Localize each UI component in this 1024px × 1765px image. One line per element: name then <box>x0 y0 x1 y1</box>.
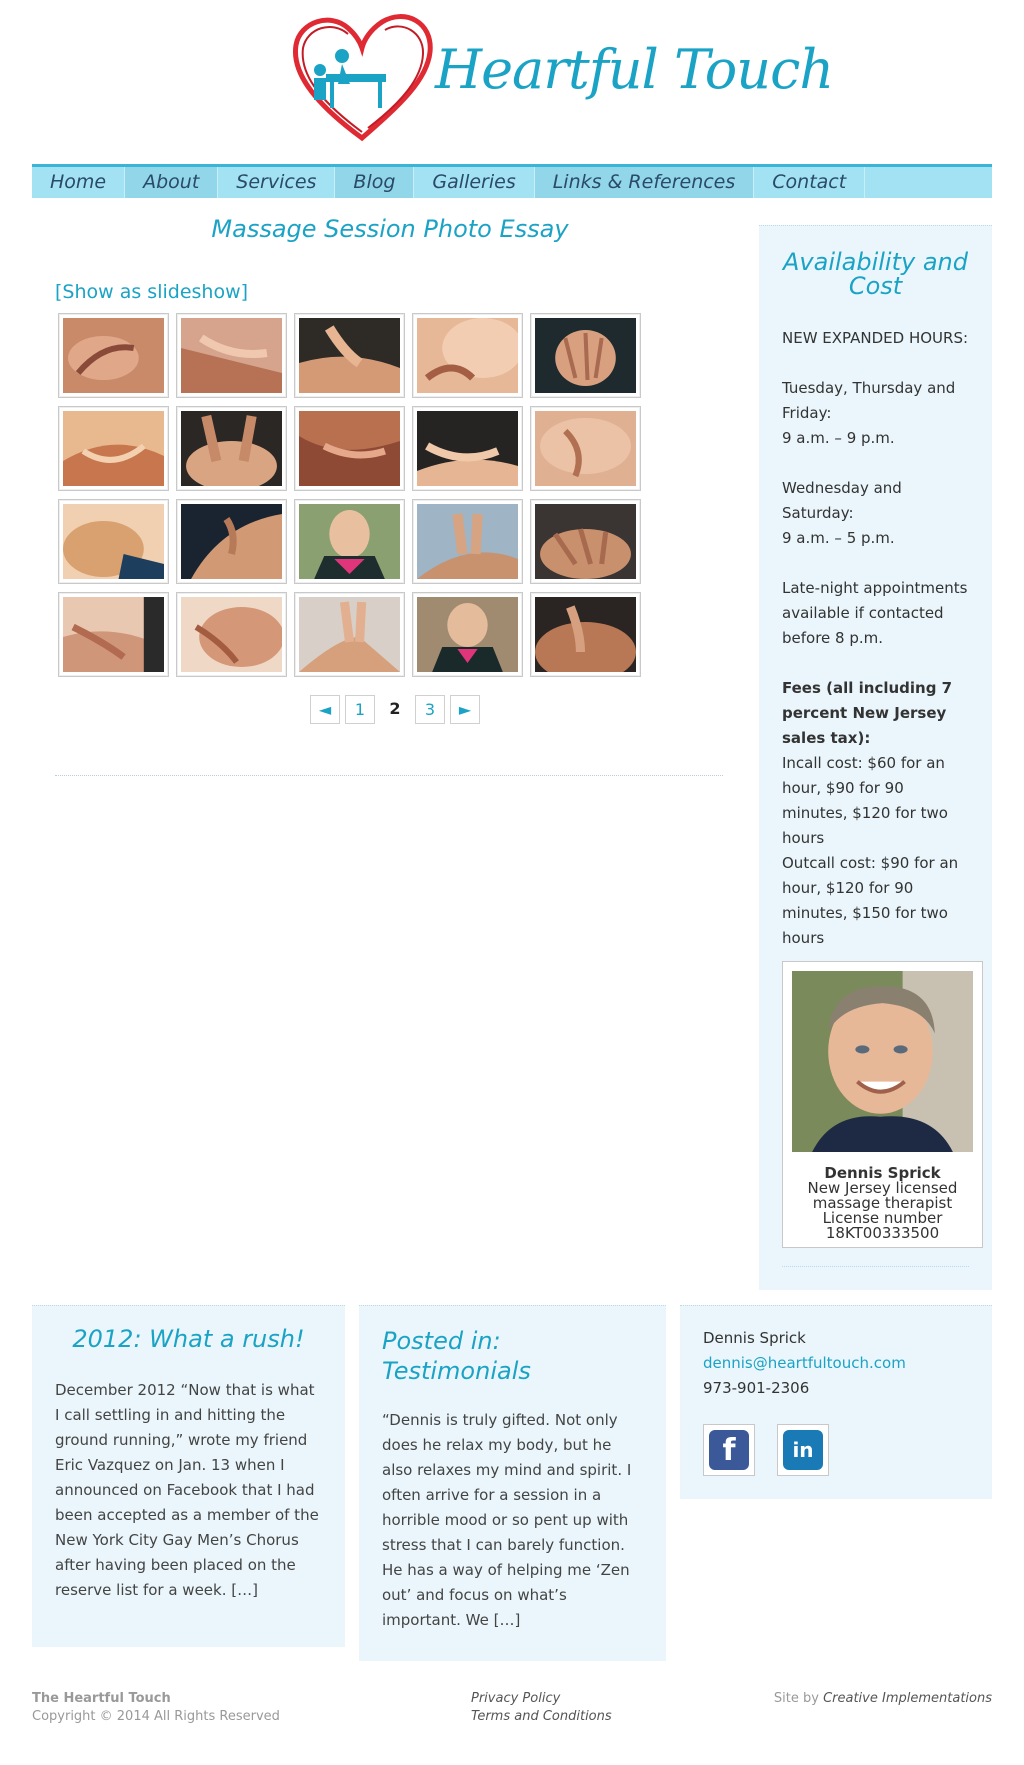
contact-phone: 973-901-2306 <box>703 1379 810 1397</box>
gallery-thumbnail[interactable] <box>412 406 523 491</box>
privacy-policy-link[interactable]: Privacy Policy <box>471 1690 612 1708</box>
pagination-page-2-current: 2 <box>380 695 410 724</box>
photo-thumbnail-image <box>299 597 400 672</box>
site-by-prefix: Site by <box>773 1691 824 1706</box>
photo-thumbnail-image <box>535 318 636 393</box>
photo-thumbnail-image <box>63 318 164 393</box>
gallery-thumbnail[interactable] <box>294 592 405 677</box>
nav-item-services[interactable]: Services <box>218 167 336 198</box>
photo-thumbnail-image <box>181 411 282 491</box>
contact-email-link[interactable]: dennis@heartfultouch.com <box>703 1351 969 1376</box>
nav-item-home[interactable]: Home <box>32 167 126 198</box>
main-nav: Home About Services Blog Galleries Links… <box>32 164 992 198</box>
hours-time-2: 9 a.m. – 5 p.m. <box>782 529 895 547</box>
terms-conditions-link[interactable]: Terms and Conditions <box>471 1708 612 1726</box>
logo-text: Heartful Touch <box>435 38 834 101</box>
nav-item-blog[interactable]: Blog <box>335 167 415 198</box>
photo-thumbnail-image <box>181 504 282 579</box>
show-slideshow-link[interactable]: [Show as slideshow] <box>55 281 248 303</box>
gallery-thumbnail[interactable] <box>58 313 169 398</box>
social-links: f in <box>703 1424 969 1476</box>
contact-name: Dennis Sprick <box>703 1329 806 1347</box>
gallery-thumbnail[interactable] <box>176 313 287 398</box>
nav-item-contact[interactable]: Contact <box>754 167 866 198</box>
gallery-thumbnail[interactable] <box>58 592 169 677</box>
gallery-thumbnail[interactable] <box>294 313 405 398</box>
testimonial-excerpt: “Dennis is truly gifted. Not only does h… <box>382 1411 632 1629</box>
gallery-thumbnail[interactable] <box>294 499 405 584</box>
outcall-cost: Outcall cost: $90 for an hour, $120 for … <box>782 854 959 947</box>
gallery-thumbnail[interactable] <box>530 499 641 584</box>
blog-post-excerpt: December 2012 “Now that is what I call s… <box>55 1381 319 1599</box>
hours-time-1: 9 a.m. – 9 p.m. <box>782 429 895 447</box>
late-night-note: Late-night appointments available if con… <box>782 579 968 647</box>
photo-thumbnail-image <box>181 597 285 672</box>
sidebar-title: Availability and Cost <box>782 248 968 300</box>
sidebar-divider <box>782 1266 969 1267</box>
testimonial-title: Posted in: Testimonials <box>382 1327 531 1385</box>
incall-cost: Incall cost: $60 for an hour, $90 for 90… <box>782 754 948 847</box>
therapist-photo <box>792 971 973 1152</box>
photo-thumbnail-image <box>417 411 518 486</box>
content-divider <box>55 775 723 776</box>
hours-heading: NEW EXPANDED HOURS: <box>782 329 969 347</box>
linkedin-button[interactable]: in <box>777 1424 829 1476</box>
photo-thumbnail-image <box>299 411 400 486</box>
contact-widget: Dennis Sprick dennis@heartfultouch.com 9… <box>680 1305 992 1499</box>
gallery-thumbnail[interactable] <box>530 592 641 682</box>
gallery-thumbnail[interactable] <box>58 406 169 491</box>
footer-copyright: Copyright © 2014 All Rights Reserved <box>32 1709 280 1724</box>
page-title: Massage Session Photo Essay <box>211 215 569 243</box>
gallery-thumbnail[interactable] <box>412 499 523 584</box>
therapist-profile-card: Dennis Sprick New Jersey licensed massag… <box>782 961 983 1248</box>
gallery-thumbnail[interactable] <box>412 592 523 677</box>
gallery-thumbnail[interactable] <box>412 313 524 398</box>
gallery-thumbnail[interactable] <box>176 592 287 677</box>
photo-thumbnail-image <box>535 411 636 486</box>
pagination-page-1[interactable]: 1 <box>345 695 375 724</box>
photo-thumbnail-image <box>181 318 282 393</box>
pagination-page-3[interactable]: 3 <box>415 695 445 724</box>
sidebar-availability: Availability and Cost NEW EXPANDED HOURS… <box>759 225 992 1290</box>
photo-thumbnail-image <box>299 504 400 579</box>
pagination-next-button[interactable]: ► <box>450 695 480 724</box>
blog-widget: 2012: What a rush! December 2012 “Now th… <box>32 1305 345 1647</box>
gallery-thumbnail[interactable] <box>176 406 287 491</box>
site-credit-link[interactable]: Creative Implementations <box>823 1691 992 1706</box>
hours-days-2: Wednesday and Saturday: <box>782 479 902 522</box>
photo-thumbnail-image <box>417 597 518 672</box>
photo-thumbnail-image <box>417 318 524 393</box>
gallery-thumbnail[interactable] <box>58 499 169 584</box>
main-content: Massage Session Photo Essay [Show as sli… <box>55 215 725 776</box>
nav-item-galleries[interactable]: Galleries <box>414 167 535 198</box>
gallery-thumbnail[interactable] <box>176 499 287 584</box>
gallery-thumbnail[interactable] <box>294 406 405 491</box>
facebook-icon: f <box>709 1430 749 1470</box>
testimonial-widget: Posted in: Testimonials “Dennis is truly… <box>359 1305 666 1661</box>
gallery-thumbnail[interactable] <box>530 406 641 491</box>
photo-thumbnail-image <box>299 318 400 393</box>
hours-days-1: Tuesday, Thursday and Friday: <box>782 379 956 422</box>
photo-thumbnail-image <box>63 504 164 579</box>
photo-thumbnail-image <box>63 597 164 672</box>
site-logo[interactable]: Heartful Touch <box>290 10 834 145</box>
blog-post-title[interactable]: 2012: What a rush! <box>55 1324 322 1354</box>
nav-item-links-references[interactable]: Links & References <box>534 167 755 198</box>
heart-massage-logo-icon <box>292 14 433 142</box>
photo-thumbnail-image <box>417 504 518 579</box>
nav-item-about[interactable]: About <box>125 167 219 198</box>
footer-brand: The Heartful Touch <box>32 1691 171 1706</box>
therapist-license-number: 18KT00333500 <box>825 1224 940 1242</box>
photo-thumbnail-image <box>535 504 636 579</box>
photo-thumbnail-image <box>63 411 164 486</box>
gallery-thumbnail[interactable] <box>530 313 641 398</box>
pagination: ◄ 1 2 3 ► <box>310 695 480 724</box>
facebook-button[interactable]: f <box>703 1424 755 1476</box>
fees-heading: Fees (all including 7 percent New Jersey… <box>782 679 953 747</box>
linkedin-icon: in <box>783 1430 823 1470</box>
photo-thumbnail-image <box>535 597 636 682</box>
pagination-prev-button[interactable]: ◄ <box>310 695 340 724</box>
